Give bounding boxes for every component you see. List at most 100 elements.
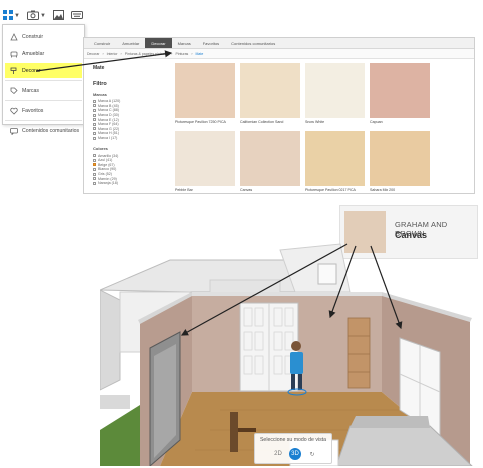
swatch-card[interactable]: Snow White [305,63,365,124]
menu-item-label: Decorar [22,67,41,74]
breadcrumb-item[interactable]: Decorar [87,49,99,58]
filter-option-label: Marca G (22) [98,126,120,131]
paint-swatch [305,131,365,186]
camera-icon [26,10,39,23]
checkbox[interactable] [93,158,96,162]
menu-divider [5,120,82,121]
filter-option-label: Marca I (17) [98,136,118,141]
catalog-tabs: Construir Amueblar Decorar Marcas Favori… [84,38,474,49]
filter-option-label: Marca F (64) [98,122,119,127]
swatch-card[interactable]: Picturesque Pavilion 7250 PICA [175,63,235,124]
grid-menu-button[interactable]: ▼ [3,9,20,23]
swatch-name: Picturesque Pavilion 7250 PICA [175,120,226,124]
checkbox[interactable] [93,131,96,135]
grid-icon [3,9,13,23]
tab-contenidos-comunitarios[interactable]: Contenidos comunitarios [225,38,281,48]
filter-option-label: Blanco (90) [98,167,117,172]
checkbox[interactable] [93,177,96,181]
checkbox[interactable] [93,181,96,185]
checkbox[interactable] [93,118,96,122]
breadcrumb-item[interactable]: Pinturas [175,49,188,58]
filter-option[interactable]: Marca I (17) [93,136,169,141]
view-2d-button[interactable]: 2D [272,448,284,460]
community-icon [10,127,18,135]
swatch-card[interactable]: Californian Collection Sand [240,63,300,124]
menu-item-amueblar[interactable]: Amueblar [5,46,82,61]
checkbox[interactable] [93,172,96,176]
swatch-card[interactable]: Capuan [370,63,430,124]
image-icon [52,9,64,23]
chevron-down-icon: ▼ [14,13,20,19]
view-mode-options: 2D 3D ↻ [272,447,318,461]
filter-sidebar: Mate Filtro Marcas Marca A (120) Marca B… [93,65,169,193]
tab-marcas[interactable]: Marcas [172,38,197,48]
filter-option[interactable]: Naranja (18) [93,181,169,186]
breadcrumb-separator: › [171,52,173,56]
filter-option-label: Amarillo (34) [98,153,119,158]
breadcrumb-separator: › [102,52,104,56]
camera-button[interactable]: ▼ [26,10,46,23]
swatch-card[interactable]: Sahara Mix 200 [370,131,430,192]
breadcrumb-separator: › [191,52,193,56]
swatch-name: Pebble Bar [175,188,193,192]
checkbox[interactable] [93,113,96,117]
filter-group-title[interactable]: Colores [93,146,169,151]
filter-option-label: Marca D (30) [98,113,119,118]
3d-room-view[interactable] [100,230,476,466]
sofa-icon [10,50,18,58]
filter-option-label: Marca A (120) [98,99,121,104]
paint-swatch [370,131,430,186]
view-mode-label: Seleccione su modo de vista [259,437,327,443]
filter-group-title[interactable]: Marcas [93,92,169,97]
tab-construir[interactable]: Construir [88,38,116,48]
filter-option-label: Naranja (18) [98,181,118,186]
swatch-card[interactable]: Pebble Bar [175,131,235,192]
checkbox[interactable] [93,122,96,126]
swatch-name: Capuan [370,120,383,124]
filter-option-label: Marca C (88) [98,108,119,113]
swatch-name: Picturesque Pavilion 0217 PICA [305,188,356,192]
menu-item-decorar[interactable]: Decorar [5,63,82,78]
tab-decorar[interactable]: Decorar [145,38,172,48]
paint-swatch [305,63,365,118]
tab-amueblar[interactable]: Amueblar [116,38,145,48]
menu-item-favoritos[interactable]: Favoritos [5,103,82,118]
breadcrumb-separator: › [120,52,122,56]
checkbox[interactable] [93,108,96,112]
catalog-panel: Construir Amueblar Decorar Marcas Favori… [83,37,475,194]
swatch-name: Snow White [305,120,325,124]
menu-item-label: Contenidos comunitarios [22,127,80,134]
swatch-card[interactable]: Canvas [240,131,300,192]
checkbox[interactable] [93,154,96,158]
filter-option-label: Marca B (45) [98,103,119,108]
breadcrumb-item[interactable]: Mate [195,49,203,58]
tab-favoritos[interactable]: Favoritos [197,38,225,48]
breadcrumb-item[interactable]: Interior [107,49,118,58]
menu-item-construir[interactable]: Construir [5,29,82,44]
image-button[interactable] [52,9,64,23]
menu-item-marcas[interactable]: Marcas [5,83,82,98]
keyboard-button[interactable] [70,10,83,22]
swatch-grid: Picturesque Pavilion 7250 PICA Californi… [175,63,473,193]
checkbox[interactable] [93,136,96,140]
swatch-card[interactable]: Picturesque Pavilion 0217 PICA [305,131,365,192]
decorate-dropdown-menu: Construir Amueblar Decorar Marcas Favori… [2,24,85,135]
menu-item-label: Construir [22,33,44,40]
view-3d-button[interactable]: 3D [289,448,301,460]
room-render [100,243,473,466]
checkbox[interactable] [93,127,96,131]
view-mode-selector: Seleccione su modo de vista 2D 3D ↻ [254,433,332,464]
menu-item-contenidos-comunitarios[interactable]: Contenidos comunitarios [5,123,82,138]
filters-title: Filtro [93,81,107,87]
breadcrumb-item[interactable]: Pinturas & papeles pintados [125,49,169,58]
checkbox[interactable] [93,167,96,171]
category-title: Mate [93,65,105,71]
top-toolbar: ▼ ▼ [3,6,95,26]
checkbox[interactable] [93,163,96,167]
heart-icon [10,107,18,115]
chevron-down-icon: ▼ [39,13,46,19]
view-orbit-button[interactable]: ↻ [306,448,318,460]
filter-option-label: Beige (67) [98,162,115,167]
checkbox[interactable] [93,104,96,108]
checkbox[interactable] [93,99,96,103]
